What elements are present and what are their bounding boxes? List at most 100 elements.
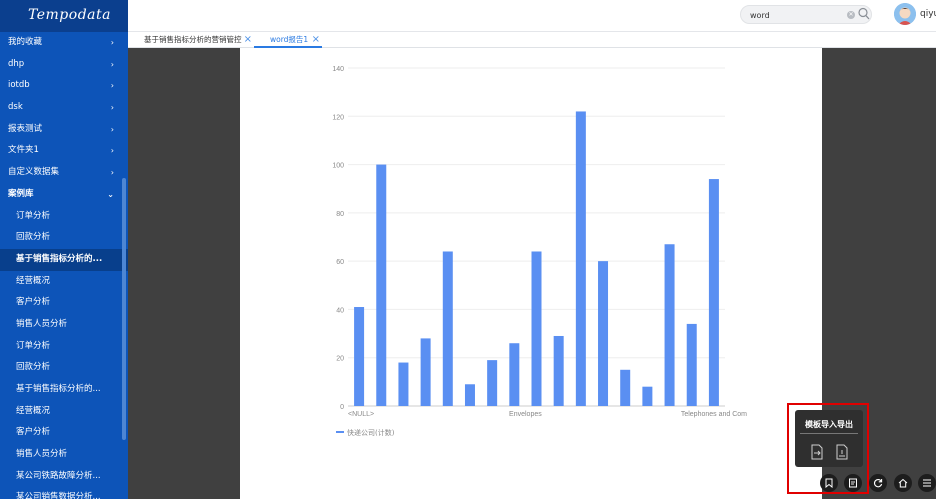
home-button[interactable] <box>894 474 912 492</box>
x-tick-label: Telephones and Com <box>681 411 747 418</box>
x-tick-label: Envelopes <box>509 411 542 418</box>
sidebar-item[interactable]: 回款分析 <box>0 227 128 249</box>
username[interactable]: qiyu <box>920 9 936 19</box>
sidebar-item-label: 某公司销售数据分析... <box>16 492 101 499</box>
template-button[interactable] <box>844 474 862 492</box>
legend-label: 快递公司(计数) <box>347 428 395 437</box>
template-icon <box>849 478 857 488</box>
chevron-right-icon: › <box>110 124 114 134</box>
bar <box>642 386 653 406</box>
bar <box>376 164 387 406</box>
sidebar-item-label: 经营概况 <box>16 275 51 286</box>
bar <box>531 251 542 406</box>
chevron-right-icon: › <box>110 59 114 69</box>
sidebar-item[interactable]: 文件夹1 › <box>0 140 128 162</box>
sidebar-item-label: dhp <box>8 58 25 69</box>
close-icon[interactable]: × <box>312 32 320 48</box>
search-input[interactable] <box>750 8 842 22</box>
sidebar-item[interactable]: 自定义数据集 › <box>0 162 128 184</box>
tab-label: 基于销售指标分析的营销管控 <box>144 35 242 44</box>
sidebar-item[interactable]: 销售人员分析 <box>0 444 128 466</box>
y-tick-label: 120 <box>332 114 344 121</box>
sidebar-item[interactable]: dsk › <box>0 97 128 119</box>
refresh-icon <box>873 479 883 488</box>
sidebar-item-label: 基于销售指标分析的... <box>16 384 101 394</box>
sidebar-item[interactable]: 某公司铁路故障分析... <box>0 466 128 488</box>
sidebar-item[interactable]: 回款分析 <box>0 357 128 379</box>
chevron-right-icon: › <box>110 38 114 47</box>
sidebar-item-label: 我的收藏 <box>8 37 43 47</box>
sidebar-scrollbar[interactable] <box>122 178 126 440</box>
top-bar: ✕ qiyu <box>128 0 936 32</box>
clear-icon[interactable]: ✕ <box>847 11 855 19</box>
y-tick-label: 60 <box>336 259 344 266</box>
y-tick-label: 20 <box>336 356 344 363</box>
tab-word-report[interactable]: word报告1 × <box>254 32 322 48</box>
bookmark-button[interactable] <box>820 474 838 492</box>
sidebar-item[interactable]: 销售人员分析 <box>0 314 128 336</box>
search-box: ✕ <box>740 5 872 24</box>
chevron-right-icon: › <box>110 103 114 113</box>
search-icon[interactable] <box>858 7 870 21</box>
sidebar-item-label: 报表测试 <box>8 123 43 134</box>
bar <box>464 384 475 406</box>
tab-bar: 基于销售指标分析的营销管控 × word报告1 × <box>128 32 936 48</box>
menu-button[interactable] <box>918 474 936 492</box>
bar <box>553 335 564 406</box>
bar <box>686 323 697 406</box>
sidebar-item-label: 某公司铁路故障分析... <box>16 470 101 481</box>
bar <box>354 307 365 406</box>
sidebar-item-label: 销售人员分析 <box>16 449 68 460</box>
bar-chart: 0 20 40 60 80 100 120 140 <NULL> Envelopes Telepho… <box>332 66 747 437</box>
bar <box>398 362 409 406</box>
tab-label: word报告1 <box>270 35 309 44</box>
sidebar-item-label: 销售人员分析 <box>16 318 68 329</box>
refresh-button[interactable] <box>869 474 887 492</box>
sidebar: Tempodata 我的收藏 › dhp › iotdb › dsk › 报表测试 › 文件夹1 › 自… <box>0 0 128 499</box>
sidebar-item-label: 文件夹1 <box>8 145 39 156</box>
sidebar-item-label: 经营概况 <box>16 405 51 416</box>
sidebar-item[interactable]: 经营概况 <box>0 401 128 423</box>
tab-sales-control[interactable]: 基于销售指标分析的营销管控 × <box>128 32 254 48</box>
sidebar-item[interactable]: 经营概况 <box>0 271 128 293</box>
bar <box>442 251 453 406</box>
sidebar-item[interactable]: 订单分析 <box>0 206 128 228</box>
menu-icon <box>923 479 931 487</box>
y-tick-label: 0 <box>340 404 344 411</box>
sidebar-item-label: 回款分析 <box>16 232 51 243</box>
sidebar-item[interactable]: 客户分析 <box>0 422 128 444</box>
sidebar-item-label: iotdb <box>8 80 30 91</box>
home-icon <box>898 478 908 488</box>
chevron-right-icon: › <box>110 81 114 91</box>
sidebar-item[interactable]: dhp › <box>0 54 128 76</box>
sidebar-item-label: 客户分析 <box>16 297 51 308</box>
sidebar-menu: 我的收藏 › dhp › iotdb › dsk › 报表测试 › 文件夹1 › 自定义数据集 › 案例库 ⌄… <box>0 32 128 499</box>
sidebar-item-label: 案例库 <box>8 188 34 199</box>
sidebar-item[interactable]: 某公司销售数据分析... <box>0 487 128 499</box>
bar <box>487 360 498 406</box>
sidebar-item[interactable]: 我的收藏 › <box>0 32 128 54</box>
sidebar-item[interactable]: 客户分析 <box>0 292 128 314</box>
close-icon[interactable]: × <box>244 32 252 48</box>
bar <box>664 244 675 406</box>
sidebar-item[interactable]: 报表测试 › <box>0 119 128 141</box>
sidebar-item[interactable]: iotdb › <box>0 75 128 97</box>
sidebar-item-label: 客户分析 <box>16 427 51 438</box>
bar <box>620 369 631 406</box>
sidebar-item[interactable]: 订单分析 <box>0 336 128 358</box>
sidebar-item-label: 自定义数据集 <box>8 167 60 178</box>
y-tick-label: 80 <box>336 211 344 218</box>
sidebar-item[interactable]: 基于销售指标分析的... <box>0 379 128 401</box>
sidebar-item-label: 订单分析 <box>16 210 51 221</box>
bar <box>420 338 431 406</box>
y-tick-label: 140 <box>332 66 344 73</box>
document-page: 0 20 40 60 80 100 120 140 <NULL> Envelopes Telepho… <box>240 48 822 499</box>
sidebar-item[interactable]: 基于销售指标分析的... <box>0 248 128 271</box>
chevron-right-icon: › <box>110 168 114 178</box>
avatar[interactable] <box>894 3 916 25</box>
sidebar-item[interactable]: 案例库 ⌄ <box>0 184 128 206</box>
legend-swatch <box>336 431 344 433</box>
bar <box>575 111 586 406</box>
bar <box>598 261 609 406</box>
y-tick-label: 100 <box>332 163 344 170</box>
